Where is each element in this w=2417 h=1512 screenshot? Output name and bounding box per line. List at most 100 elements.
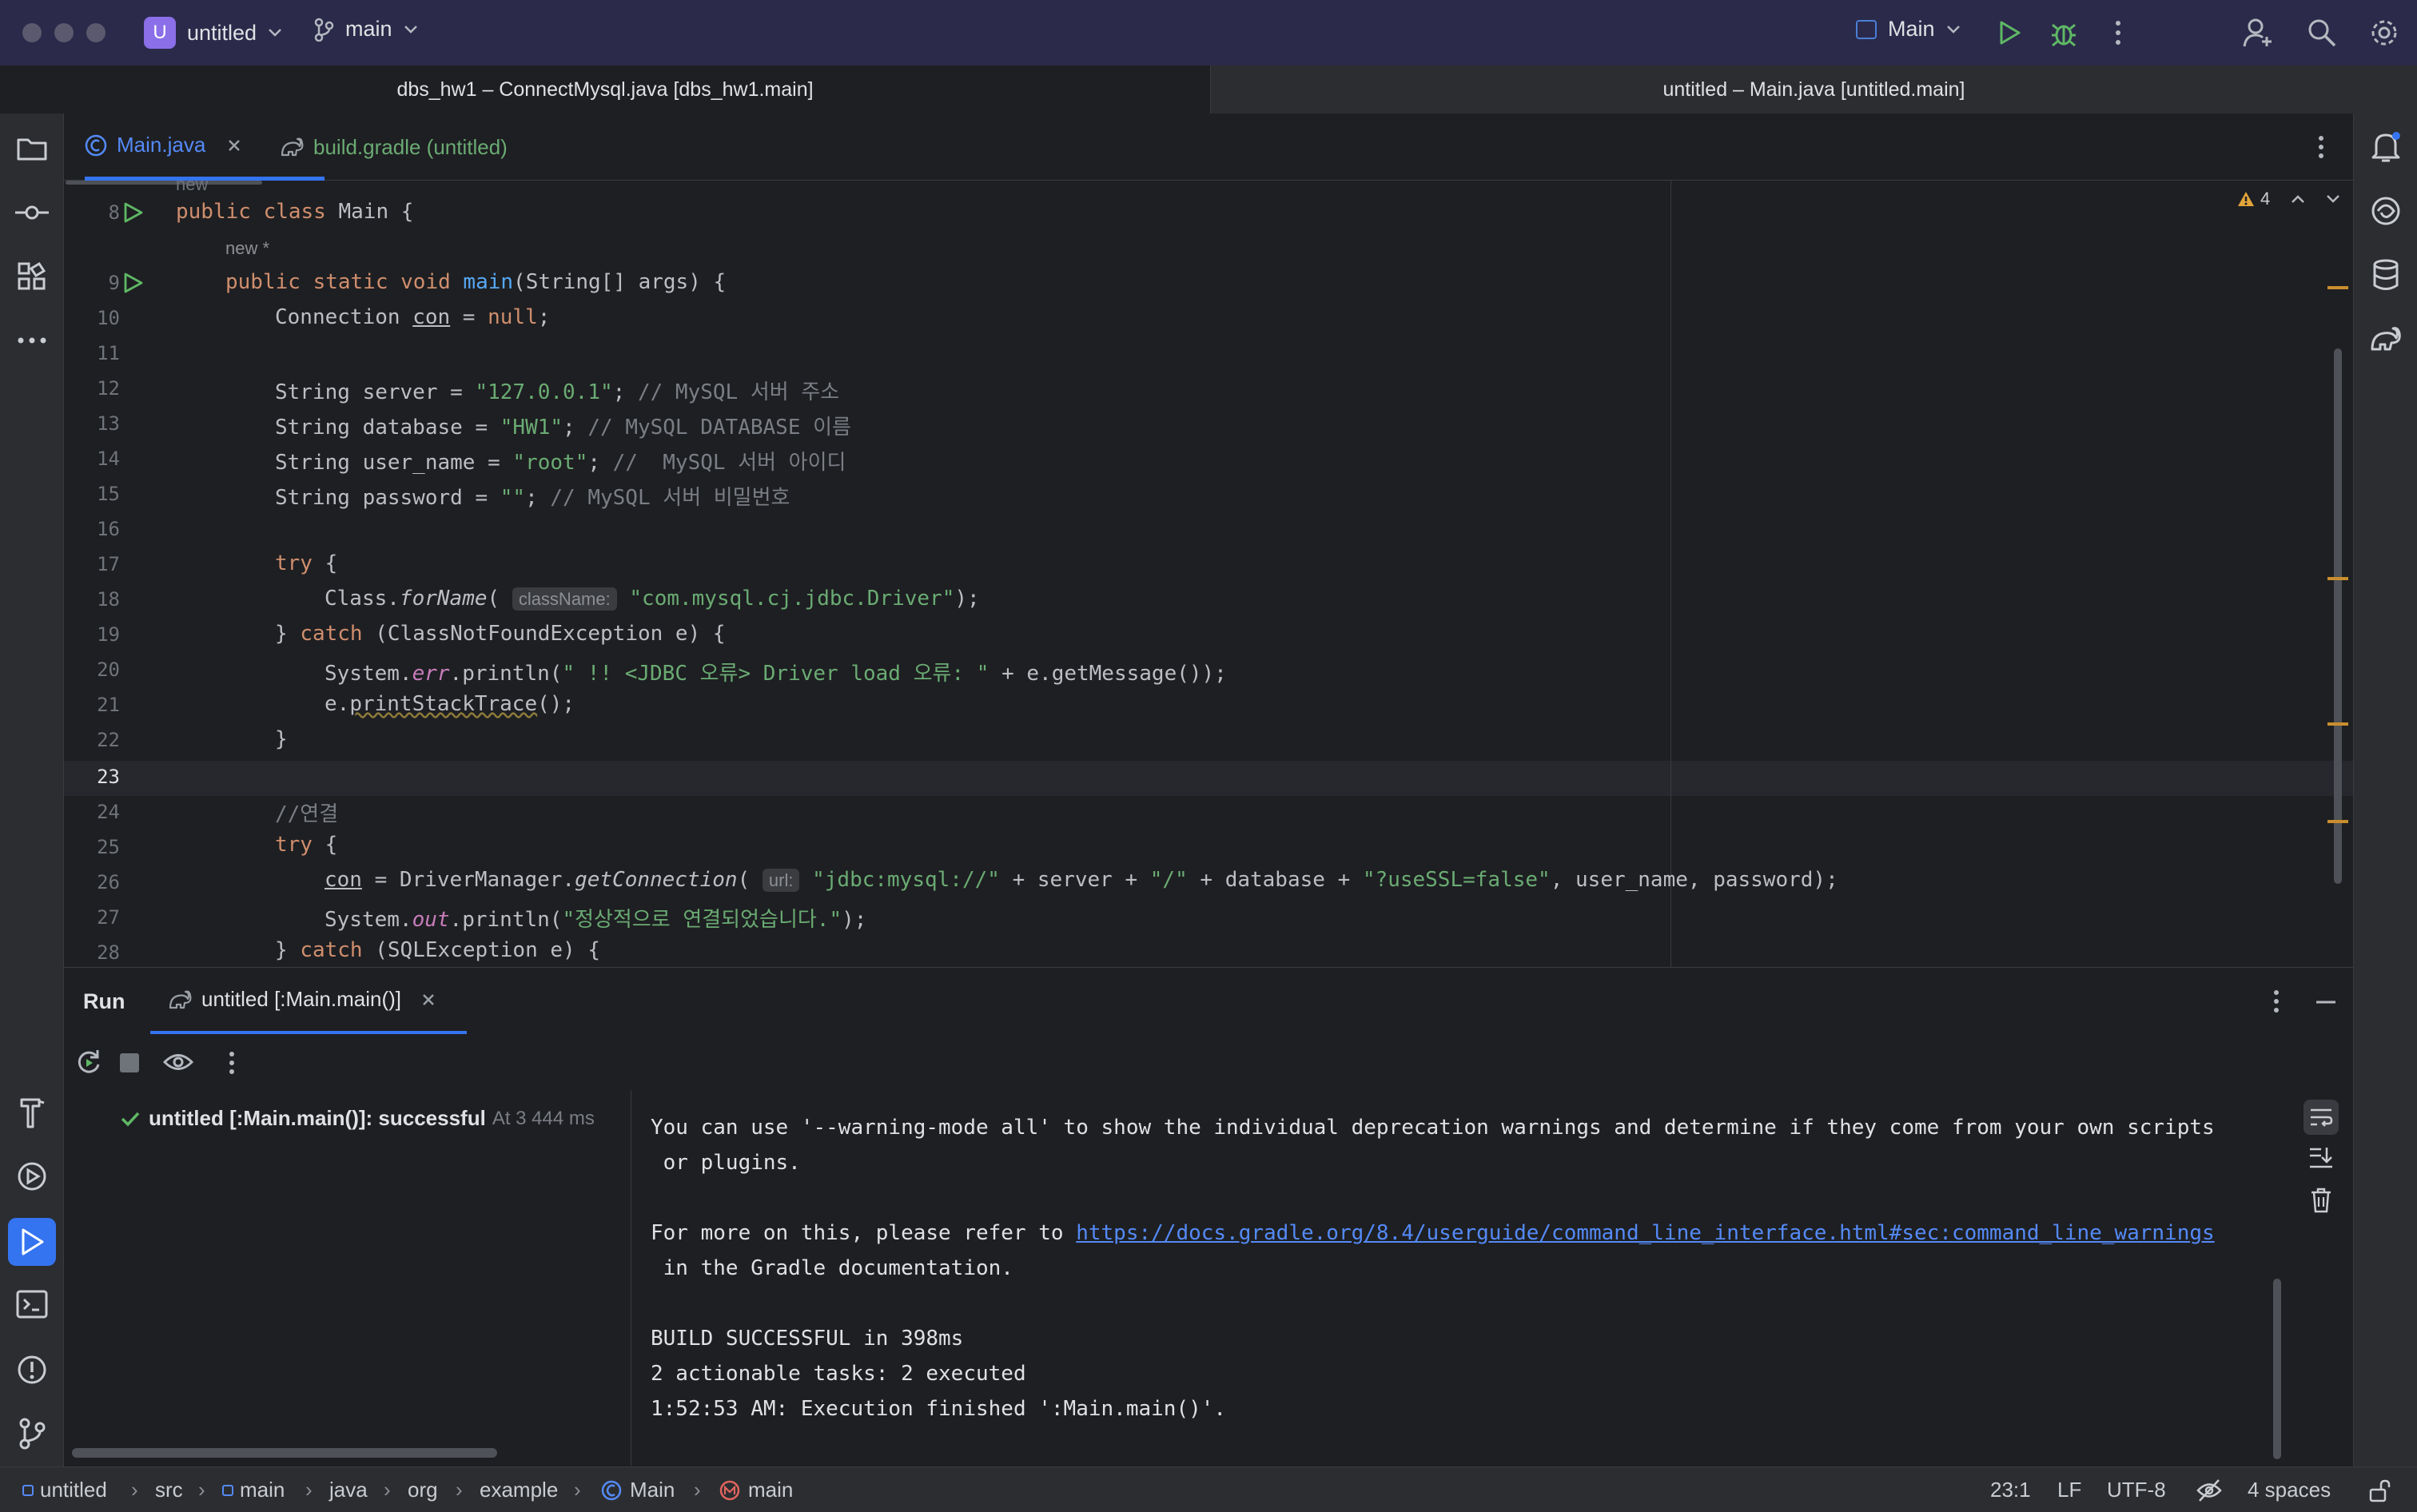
build-hammer-icon[interactable] xyxy=(14,1095,50,1130)
run-panel-header: Run untitled [:Main.main()] xyxy=(64,967,2353,1035)
warning-marker[interactable] xyxy=(2327,286,2348,289)
minimize-panel-icon[interactable] xyxy=(2315,1000,2337,1005)
run-panel-title: Run xyxy=(83,989,125,1013)
highlighting-level-icon[interactable] xyxy=(2196,1478,2222,1502)
scroll-to-end-icon[interactable] xyxy=(2308,1146,2334,1170)
debug-icon[interactable] xyxy=(2049,18,2078,48)
project-selector[interactable]: U untitled xyxy=(144,17,282,49)
soft-wrap-icon[interactable] xyxy=(2304,1100,2339,1135)
line-number: 12 xyxy=(97,377,120,400)
line-number: 20 xyxy=(97,659,120,681)
more-actions-icon[interactable] xyxy=(2110,19,2126,46)
settings-gear-icon[interactable] xyxy=(2369,18,2399,48)
code-editor[interactable]: 4 new new * 8 9 10 11 12 13 14 15 16 17 … xyxy=(64,181,2353,967)
console-line: 1:52:53 AM: Execution finished ':Main.ma… xyxy=(651,1397,1227,1421)
breadcrumb-untitled[interactable]: untitled xyxy=(22,1467,107,1512)
editor-top-scroll[interactable] xyxy=(66,181,262,185)
console-vertical-scrollbar[interactable] xyxy=(2273,1279,2281,1459)
close-window-icon[interactable] xyxy=(22,23,42,42)
line-separator[interactable]: LF xyxy=(2057,1467,2081,1512)
warning-marker[interactable] xyxy=(2327,722,2348,726)
file-encoding[interactable]: UTF-8 xyxy=(2107,1467,2166,1512)
terminal-icon[interactable] xyxy=(14,1287,50,1322)
close-tab-icon[interactable] xyxy=(420,992,436,1008)
tab-build-gradle[interactable]: build.gradle (untitled) xyxy=(280,113,508,181)
run-tool-icon[interactable] xyxy=(8,1218,56,1266)
line-number: 28 xyxy=(97,941,120,964)
branch-selector[interactable]: main xyxy=(313,17,418,42)
right-margin-guide xyxy=(1670,181,1671,967)
run-icon[interactable] xyxy=(1995,19,2022,46)
warning-marker[interactable] xyxy=(2327,820,2348,823)
code-line: String database = "HW1"; // MySQL DATABA… xyxy=(275,416,851,440)
notifications-bell-icon[interactable] xyxy=(2368,129,2403,165)
run-tree-horizontal-scrollbar[interactable] xyxy=(72,1448,497,1458)
git-icon[interactable] xyxy=(14,1416,50,1451)
code-line: String password = ""; // MySQL 서버 비밀번호 xyxy=(275,486,790,510)
run-tab[interactable]: untitled [:Main.main()] xyxy=(150,968,467,1035)
project-folder-icon[interactable] xyxy=(14,131,50,166)
breadcrumb-example[interactable]: example xyxy=(480,1467,558,1512)
gradle-docs-link[interactable]: https://docs.gradle.org/8.4/userguide/co… xyxy=(1076,1221,2214,1245)
clear-console-trash-icon[interactable] xyxy=(2310,1188,2332,1213)
breadcrumb-main-module[interactable]: main xyxy=(222,1467,285,1512)
toolbar-more-icon[interactable] xyxy=(227,1050,237,1076)
code-line: Class.forName( className: "com.mysql.cj.… xyxy=(325,587,980,611)
code-line: String user_name = "root"; // MySQL 서버 아… xyxy=(275,451,846,475)
warnings-indicator[interactable]: 4 xyxy=(2236,189,2340,209)
window-tab-label: dbs_hw1 – ConnectMysql.java [dbs_hw1.mai… xyxy=(396,78,814,101)
search-icon[interactable] xyxy=(2307,18,2337,48)
maximize-window-icon[interactable] xyxy=(86,23,106,42)
rerun-icon[interactable] xyxy=(75,1048,102,1076)
indent-settings[interactable]: 4 spaces xyxy=(2248,1467,2331,1512)
run-tree-item[interactable]: untitled [:Main.main()]: successful At 3… xyxy=(120,1106,595,1131)
breadcrumb-java[interactable]: java xyxy=(329,1467,368,1512)
code-line: String server = "127.0.0.1"; // MySQL 서버… xyxy=(275,380,840,404)
console-line: in the Gradle documentation. xyxy=(651,1256,1013,1280)
show-output-icon[interactable] xyxy=(163,1050,193,1074)
structure-icon[interactable] xyxy=(14,259,50,294)
database-icon[interactable] xyxy=(2368,257,2403,292)
line-number: 18 xyxy=(97,588,120,611)
project-name: untitled xyxy=(187,20,257,45)
left-tool-strip xyxy=(0,113,64,1466)
breadcrumb-separator-icon: › xyxy=(305,1478,313,1502)
more-tools-icon[interactable] xyxy=(14,323,50,358)
previous-warning-icon[interactable] xyxy=(2291,194,2305,204)
window-tab-dbs-hw1[interactable]: dbs_hw1 – ConnectMysql.java [dbs_hw1.mai… xyxy=(0,66,1210,113)
breadcrumb-main-method[interactable]: main xyxy=(719,1467,793,1512)
console-output[interactable]: You can use '--warning-mode all' to show… xyxy=(631,1090,2353,1466)
lock-read-only-icon[interactable] xyxy=(2367,1478,2391,1502)
gutter-run-icon[interactable] xyxy=(121,201,144,224)
close-tab-icon[interactable] xyxy=(226,137,242,153)
breadcrumb-src[interactable]: src xyxy=(155,1467,183,1512)
warning-marker[interactable] xyxy=(2327,577,2348,580)
breadcrumb-main-class[interactable]: Main xyxy=(601,1467,675,1512)
commit-icon[interactable] xyxy=(14,195,50,230)
run-config-selector[interactable]: Main xyxy=(1856,17,1961,42)
problems-icon[interactable] xyxy=(14,1352,50,1387)
next-warning-icon[interactable] xyxy=(2326,194,2340,204)
file-encoding-label: UTF-8 xyxy=(2107,1478,2166,1502)
warning-icon xyxy=(2238,192,2254,206)
run-tree: untitled [:Main.main()]: successful At 3… xyxy=(64,1090,631,1466)
success-check-icon xyxy=(121,1112,140,1127)
run-panel-options-icon[interactable] xyxy=(2272,989,2281,1014)
breadcrumb-label: org xyxy=(408,1478,438,1502)
gutter-run-icon[interactable] xyxy=(121,272,144,294)
services-icon[interactable] xyxy=(14,1159,50,1194)
caret-position[interactable]: 23:1 xyxy=(1990,1467,2031,1512)
minimize-window-icon[interactable] xyxy=(54,23,74,42)
window-tab-untitled[interactable]: untitled – Main.java [untitled.main] xyxy=(1210,66,2417,113)
indent-settings-label: 4 spaces xyxy=(2248,1478,2331,1502)
tab-options-icon[interactable] xyxy=(2316,134,2326,160)
stop-icon[interactable] xyxy=(120,1053,139,1072)
breadcrumb-separator-icon: › xyxy=(131,1478,138,1502)
line-number: 13 xyxy=(97,412,120,435)
breadcrumb-separator-icon: › xyxy=(694,1478,701,1502)
add-user-icon[interactable] xyxy=(2243,18,2275,48)
gradle-icon[interactable] xyxy=(2368,321,2403,356)
ai-assistant-icon[interactable] xyxy=(2368,193,2403,229)
editor-vertical-scrollbar[interactable] xyxy=(2334,348,2342,884)
breadcrumb-org[interactable]: org xyxy=(408,1467,438,1512)
